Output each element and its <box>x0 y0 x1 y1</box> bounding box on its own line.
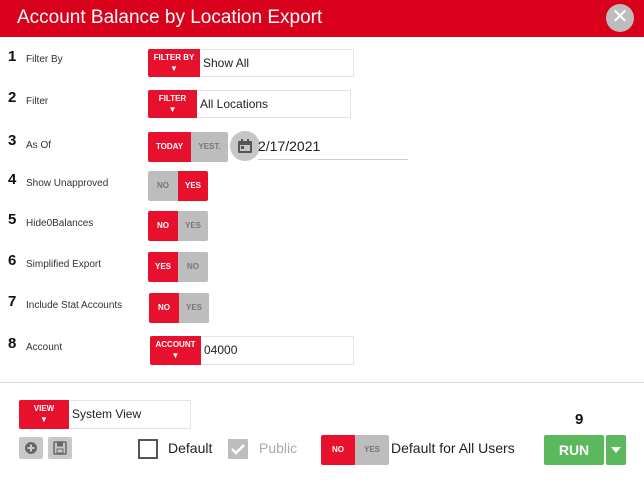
caret-down-icon: ▼ <box>171 351 180 360</box>
show-unapproved-row: 4 Show Unapproved NO YES <box>0 171 644 201</box>
yes-option[interactable]: YES <box>178 171 208 201</box>
view-dropdown-button[interactable]: VIEW ▼ <box>19 400 69 429</box>
check-icon <box>231 444 245 455</box>
step-number: 9 <box>575 411 584 428</box>
save-view-button[interactable] <box>48 437 72 459</box>
filter-by-button-label: FILTER BY <box>153 53 195 62</box>
show-unapproved-toggle: NO YES <box>148 171 208 201</box>
yes-option[interactable]: YES <box>355 435 389 465</box>
hide-zero-balances-toggle: NO YES <box>148 211 208 241</box>
account-row: 8 Account ACCOUNT ▼ 04000 <box>0 335 644 365</box>
filter-by-value[interactable]: Show All <box>200 49 354 77</box>
include-stat-accounts-label: Include Stat Accounts <box>26 300 123 311</box>
filter-value[interactable]: All Locations <box>197 90 351 118</box>
show-unapproved-label: Show Unapproved <box>26 178 109 189</box>
yesterday-option[interactable]: YEST. <box>191 132 228 162</box>
yes-option[interactable]: YES <box>178 211 208 241</box>
yes-option[interactable]: YES <box>148 252 178 282</box>
include-stat-accounts-toggle: NO YES <box>149 293 209 323</box>
close-button[interactable]: ✕ <box>606 4 634 32</box>
no-option[interactable]: NO <box>321 435 355 465</box>
calendar-icon <box>238 139 252 153</box>
step-number: 5 <box>8 211 17 228</box>
section-divider <box>0 382 644 383</box>
account-button-label: ACCOUNT <box>155 340 196 349</box>
filter-row: 2 Filter FILTER ▼ All Locations <box>0 89 644 119</box>
caret-down-icon: ▼ <box>168 105 177 114</box>
no-option[interactable]: NO <box>149 293 179 323</box>
as-of-label: As Of <box>26 140 52 151</box>
step-number: 7 <box>8 293 17 310</box>
step-number: 1 <box>8 48 17 65</box>
filter-dropdown-button[interactable]: FILTER ▼ <box>148 90 197 118</box>
step-number: 3 <box>8 132 17 149</box>
caret-down-icon: ▼ <box>170 64 178 73</box>
default-for-all-users-toggle: NO YES <box>321 435 389 465</box>
filter-button-label: FILTER <box>158 94 187 103</box>
default-label: Default <box>168 440 213 456</box>
default-checkbox[interactable] <box>138 439 158 459</box>
filter-label: Filter <box>26 96 49 107</box>
account-label: Account <box>26 342 63 353</box>
yes-option[interactable]: YES <box>179 293 209 323</box>
as-of-date-input[interactable]: 2/17/2021 <box>258 134 408 160</box>
account-value[interactable]: 04000 <box>201 336 354 365</box>
include-stat-accounts-row: 7 Include Stat Accounts NO YES <box>0 293 644 323</box>
close-icon: ✕ <box>611 6 629 28</box>
step-number: 6 <box>8 252 17 269</box>
step-number: 2 <box>8 89 17 106</box>
no-option[interactable]: NO <box>148 171 178 201</box>
caret-down-icon: ▼ <box>40 415 48 424</box>
public-checkbox[interactable] <box>228 439 248 459</box>
add-circle-icon <box>25 442 37 454</box>
caret-down-icon <box>611 447 621 453</box>
no-option[interactable]: NO <box>148 211 178 241</box>
simplified-export-label: Simplified Export <box>26 259 102 270</box>
add-view-button[interactable] <box>19 437 43 459</box>
public-label: Public <box>259 440 298 456</box>
no-option[interactable]: NO <box>178 252 208 282</box>
run-button[interactable]: RUN <box>544 435 604 465</box>
default-for-all-users-label: Default for All Users <box>391 440 515 456</box>
view-button-label: VIEW <box>33 404 55 413</box>
simplified-export-toggle: YES NO <box>148 252 208 282</box>
step-number: 4 <box>8 171 17 188</box>
hide-zero-balances-row: 5 Hide0Balances NO YES <box>0 211 644 241</box>
window-title: Account Balance by Location Export <box>17 7 323 28</box>
simplified-export-row: 6 Simplified Export YES NO <box>0 252 644 282</box>
hide-zero-balances-label: Hide0Balances <box>26 218 94 229</box>
today-option[interactable]: TODAY <box>148 132 191 162</box>
save-icon <box>53 441 67 455</box>
calendar-button[interactable] <box>230 131 260 161</box>
account-dropdown-button[interactable]: ACCOUNT ▼ <box>150 336 201 365</box>
filter-by-label: Filter By <box>26 54 63 65</box>
step-number: 8 <box>8 335 17 352</box>
filter-by-row: 1 Filter By FILTER BY ▼ Show All <box>0 48 644 78</box>
title-bar: Account Balance by Location Export ✕ <box>0 0 644 37</box>
filter-by-dropdown-button[interactable]: FILTER BY ▼ <box>148 49 200 77</box>
view-value[interactable]: System View <box>69 400 191 429</box>
as-of-toggle: TODAY YEST. <box>148 132 228 162</box>
run-options-button[interactable] <box>606 435 626 465</box>
